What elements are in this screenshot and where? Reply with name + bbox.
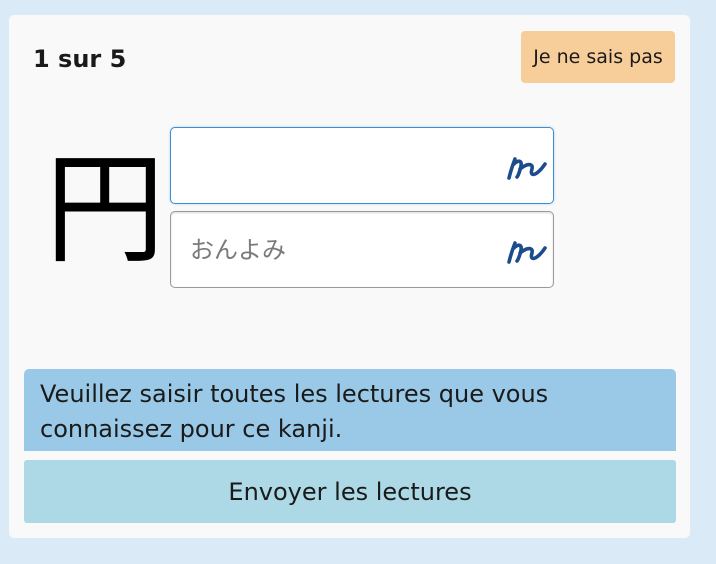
kanji-character: 円	[45, 151, 165, 271]
instruction-message: Veuillez saisir toutes les lectures que …	[24, 369, 676, 451]
quiz-card: 1 sur 5 Je ne sais pas 円 Veuillez saisir…	[9, 15, 690, 538]
kunyomi-field[interactable]	[170, 127, 554, 204]
submit-readings-button[interactable]: Envoyer les lectures	[24, 460, 676, 523]
japanese-input-icon[interactable]	[503, 152, 549, 182]
japanese-input-icon[interactable]	[503, 236, 549, 266]
dont-know-button[interactable]: Je ne sais pas	[521, 31, 675, 83]
progress-counter: 1 sur 5	[33, 45, 127, 73]
kanji-glyph: 円	[45, 141, 165, 280]
kunyomi-input[interactable]	[172, 129, 492, 202]
onyomi-field[interactable]	[170, 211, 554, 288]
onyomi-input[interactable]	[172, 213, 492, 286]
